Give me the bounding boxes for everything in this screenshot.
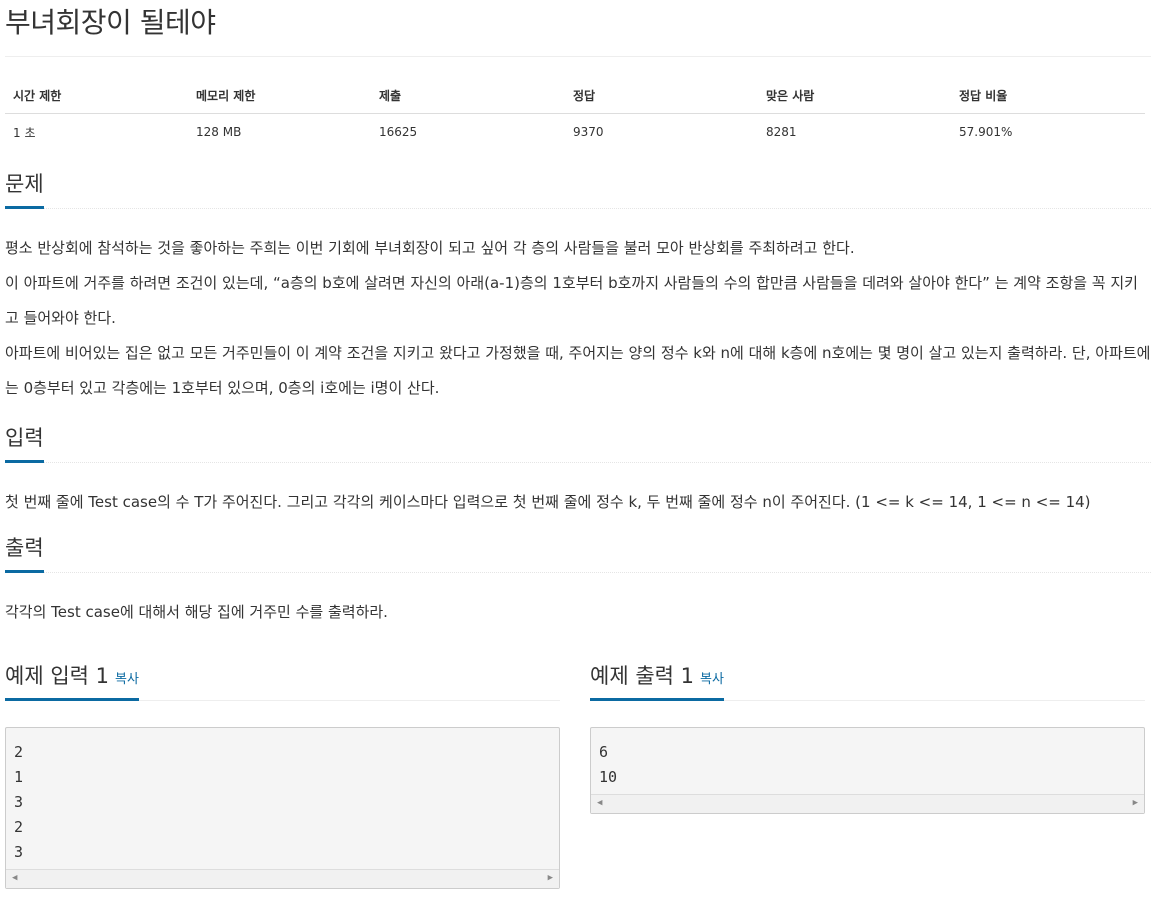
problem-page: 부녀회장이 될테야 시간 제한 메모리 제한 제출 정답 맞은 사람 정답 비율… (0, 0, 1151, 889)
input-section-header: 입력 (5, 420, 1151, 463)
sample-input-content: 2 1 3 2 3 (14, 743, 24, 861)
sample-input-header: 예제 입력 1 복사 (5, 654, 560, 701)
info-header-row: 시간 제한 메모리 제한 제출 정답 맞은 사람 정답 비율 (5, 77, 1145, 114)
scroll-right-arrow-icon[interactable]: ▶ (1133, 798, 1138, 808)
header-memory-limit: 메모리 제한 (188, 77, 371, 114)
title-divider (5, 56, 1151, 57)
input-body: 첫 번째 줄에 Test case의 수 T가 주어진다. 그리고 각각의 케이… (5, 485, 1151, 520)
description-paragraph: 아파트에 비어있는 집은 없고 모든 거주민들이 이 계약 조건을 지키고 왔다… (5, 344, 1151, 397)
scroll-left-arrow-icon[interactable]: ◀ (12, 873, 17, 883)
sample-output-box: 6 10 ◀ ▶ (590, 727, 1145, 814)
header-accepted: 정답 (565, 77, 758, 114)
header-ratio: 정답 비율 (951, 77, 1145, 114)
description-body: 평소 반상회에 참석하는 것을 좋아하는 주희는 이번 기회에 부녀회장이 되고… (5, 231, 1151, 406)
value-accepted: 9370 (573, 125, 604, 139)
value-submissions: 16625 (379, 125, 418, 139)
output-section-header: 출력 (5, 530, 1151, 573)
page-title: 부녀회장이 될테야 (5, 6, 216, 39)
scroll-left-arrow-icon[interactable]: ◀ (597, 798, 602, 808)
sample-input-box: 2 1 3 2 3 ◀ ▶ (5, 727, 560, 889)
header-time-limit: 시간 제한 (5, 77, 188, 114)
sample-input: 예제 입력 1 복사 2 1 3 2 3 ◀ ▶ (5, 654, 560, 889)
value-memory-limit: 128 MB (196, 125, 242, 139)
header-submissions: 제출 (371, 77, 565, 114)
sample-output-header: 예제 출력 1 복사 (590, 654, 1145, 701)
description-paragraph: 평소 반상회에 참석하는 것을 좋아하는 주희는 이번 기회에 부녀회장이 되고… (5, 239, 855, 257)
header-solvers: 맞은 사람 (758, 77, 951, 114)
scroll-right-arrow-icon[interactable]: ▶ (548, 873, 553, 883)
output-heading: 출력 (5, 532, 44, 573)
description-section-header: 문제 (5, 166, 1151, 209)
sample-input-title: 예제 입력 1 복사 (5, 660, 139, 701)
info-value-row: 1 초 128 MB 16625 9370 8281 57.901% (5, 114, 1145, 151)
sample-output-scrollbar[interactable]: ◀ ▶ (591, 794, 1144, 813)
sample-output-label: 예제 출력 1 (590, 664, 694, 688)
output-text: 각각의 Test case에 대해서 해당 집에 거주민 수를 출력하라. (5, 603, 388, 621)
sample-output-content: 6 10 (599, 743, 618, 786)
sample-input-label: 예제 입력 1 (5, 664, 109, 688)
value-solvers: 8281 (766, 125, 797, 139)
value-ratio: 57.901% (959, 125, 1013, 139)
samples-row: 예제 입력 1 복사 2 1 3 2 3 ◀ ▶ 예제 출력 1 복사 6 10 ◀… (5, 654, 1151, 889)
description-heading: 문제 (5, 168, 44, 209)
sample-input-scrollbar[interactable]: ◀ ▶ (6, 869, 559, 888)
sample-output-copy-button[interactable]: 복사 (700, 672, 724, 687)
problem-info-table: 시간 제한 메모리 제한 제출 정답 맞은 사람 정답 비율 1 초 128 M… (5, 77, 1145, 150)
input-heading: 입력 (5, 422, 44, 463)
output-body: 각각의 Test case에 대해서 해당 집에 거주민 수를 출력하라. (5, 595, 1151, 630)
sample-output-title: 예제 출력 1 복사 (590, 660, 724, 701)
input-text: 첫 번째 줄에 Test case의 수 T가 주어진다. 그리고 각각의 케이… (5, 493, 1091, 511)
value-time-limit: 1 초 (13, 125, 36, 140)
description-paragraph: 이 아파트에 거주를 하려면 조건이 있는데, “a층의 b호에 살려면 자신의… (5, 274, 1138, 327)
sample-input-copy-button[interactable]: 복사 (115, 672, 139, 687)
sample-output: 예제 출력 1 복사 6 10 ◀ ▶ (590, 654, 1145, 889)
